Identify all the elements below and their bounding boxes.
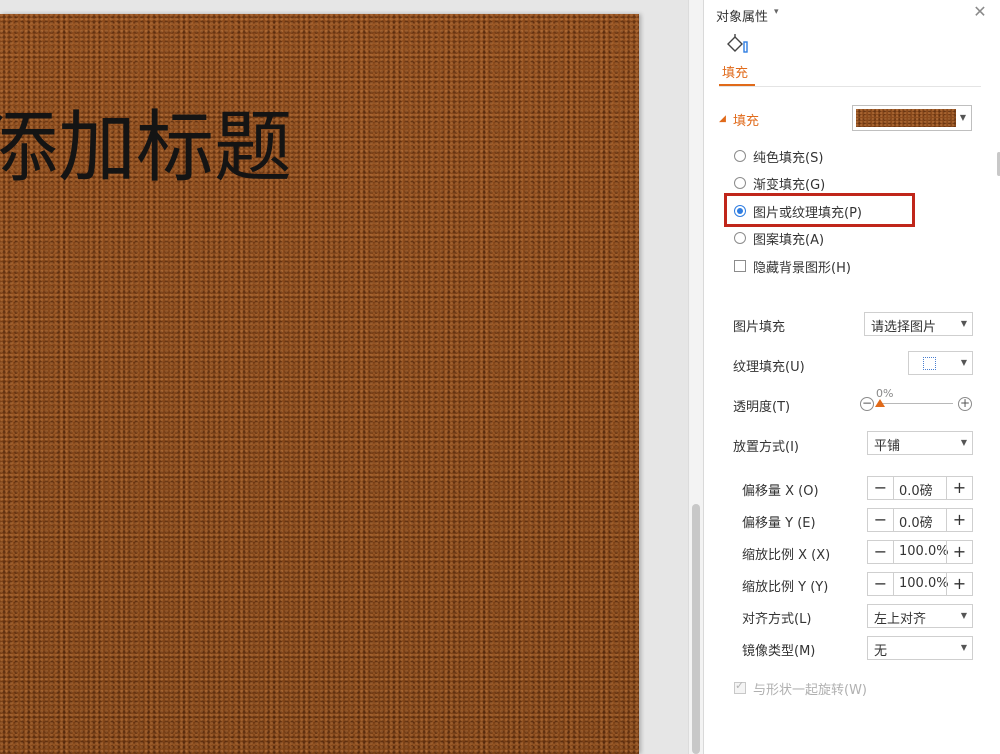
tab-divider xyxy=(719,86,981,87)
object-properties-panel: 对象属性 ▾ ✕ 填充 ◢ 填充 ▼ 纯色填充(S) 渐变填充(G) 图片或纹理… xyxy=(703,0,1000,754)
minus-icon[interactable]: − xyxy=(868,477,894,499)
chevron-down-icon: ▼ xyxy=(960,438,967,447)
scale-y-label: 缩放比例 Y (Y) xyxy=(742,580,829,595)
plus-icon[interactable]: + xyxy=(946,573,972,595)
panel-title-dropdown-icon[interactable]: ▾ xyxy=(774,7,779,17)
plus-icon[interactable]: + xyxy=(946,477,972,499)
transparency-slider-track[interactable] xyxy=(882,403,953,404)
option-label: 图案填充(A) xyxy=(753,232,825,248)
stepper-value[interactable]: 100.0% xyxy=(899,576,949,591)
transparency-slider-thumb[interactable] xyxy=(875,399,885,407)
option-label: 隐藏背景图形(H) xyxy=(753,260,851,276)
transparency-label: 透明度(T) xyxy=(733,400,791,415)
fill-section-title[interactable]: 填充 xyxy=(733,110,759,129)
stepper-value[interactable]: 100.0% xyxy=(899,544,949,559)
radio-button[interactable] xyxy=(734,150,746,162)
minus-icon[interactable]: − xyxy=(868,509,894,531)
texture-fill-label: 纹理填充(U) xyxy=(733,360,805,375)
chevron-down-icon: ▼ xyxy=(960,319,967,328)
slide-canvas[interactable]: 添加标题 xyxy=(0,14,639,754)
mirror-type-label: 镜像类型(M) xyxy=(742,644,816,659)
radio-button[interactable] xyxy=(734,232,746,244)
radio-button[interactable] xyxy=(734,177,746,189)
option-label: 与形状一起旋转(W) xyxy=(753,682,867,698)
checkbox-checked-disabled[interactable] xyxy=(734,679,746,694)
chevron-down-icon: ▼ xyxy=(959,113,966,122)
texture-swatch-icon xyxy=(923,357,936,370)
option-label: 纯色填充(S) xyxy=(753,150,824,166)
workspace-vertical-scrollbar[interactable] xyxy=(688,0,703,754)
alignment-label: 对齐方式(L) xyxy=(742,612,812,627)
stepper-value[interactable]: 0.0磅 xyxy=(899,512,933,531)
increase-icon[interactable]: + xyxy=(958,397,972,411)
scale-x-stepper[interactable]: − 100.0% + xyxy=(867,540,973,564)
dropdown-value: 左上对齐 xyxy=(874,612,927,627)
paint-bucket-icon[interactable] xyxy=(724,34,750,56)
close-icon[interactable]: ✕ xyxy=(972,4,988,20)
option-label: 渐变填充(G) xyxy=(753,177,826,193)
offset-y-label: 偏移量 Y (E) xyxy=(742,516,816,531)
collapse-triangle-icon[interactable]: ◢ xyxy=(719,114,726,124)
texture-fill-dropdown[interactable]: ▼ xyxy=(908,351,973,375)
offset-x-label: 偏移量 X (O) xyxy=(742,484,819,499)
panel-title[interactable]: 对象属性 xyxy=(716,6,768,25)
alignment-dropdown[interactable]: 左上对齐 ▼ xyxy=(867,604,973,628)
minus-icon[interactable]: − xyxy=(868,541,894,563)
option-pattern-fill[interactable]: 图案填充(A) xyxy=(734,228,824,248)
option-solid-fill[interactable]: 纯色填充(S) xyxy=(734,146,823,166)
fill-preview-dropdown[interactable]: ▼ xyxy=(852,105,972,131)
dropdown-value: 无 xyxy=(874,644,888,659)
checkbox[interactable] xyxy=(734,260,746,272)
picture-fill-label: 图片填充 xyxy=(733,320,786,335)
placement-dropdown[interactable]: 平铺 ▼ xyxy=(867,431,973,455)
minus-icon[interactable]: − xyxy=(868,573,894,595)
stepper-value[interactable]: 0.0磅 xyxy=(899,480,933,499)
offset-y-stepper[interactable]: − 0.0磅 + xyxy=(867,508,973,532)
plus-icon[interactable]: + xyxy=(946,509,972,531)
chevron-down-icon: ▼ xyxy=(960,643,967,652)
rotate-with-shape[interactable]: 与形状一起旋转(W) xyxy=(734,678,867,698)
leather-texture-swatch xyxy=(856,109,956,127)
dropdown-value: 请选择图片 xyxy=(871,320,937,335)
picture-fill-dropdown[interactable]: 请选择图片 ▼ xyxy=(864,312,973,336)
slide-title-placeholder[interactable]: 添加标题 xyxy=(0,98,292,198)
slide-workspace: 添加标题 xyxy=(0,0,690,754)
plus-icon[interactable]: + xyxy=(946,541,972,563)
option-gradient-fill[interactable]: 渐变填充(G) xyxy=(734,173,825,193)
decrease-icon[interactable]: − xyxy=(860,397,874,411)
dropdown-value: 平铺 xyxy=(874,439,901,454)
chevron-down-icon: ▼ xyxy=(960,358,967,367)
tab-fill[interactable]: 填充 xyxy=(722,62,748,81)
mirror-type-dropdown[interactable]: 无 ▼ xyxy=(867,636,973,660)
chevron-down-icon: ▼ xyxy=(960,611,967,620)
scrollbar-thumb[interactable] xyxy=(692,504,700,754)
scale-y-stepper[interactable]: − 100.0% + xyxy=(867,572,973,596)
red-highlight-box xyxy=(724,193,915,227)
offset-x-stepper[interactable]: − 0.0磅 + xyxy=(867,476,973,500)
placement-label: 放置方式(I) xyxy=(733,440,799,455)
scale-x-label: 缩放比例 X (X) xyxy=(742,548,831,563)
hide-background-graphics[interactable]: 隐藏背景图形(H) xyxy=(734,256,851,276)
